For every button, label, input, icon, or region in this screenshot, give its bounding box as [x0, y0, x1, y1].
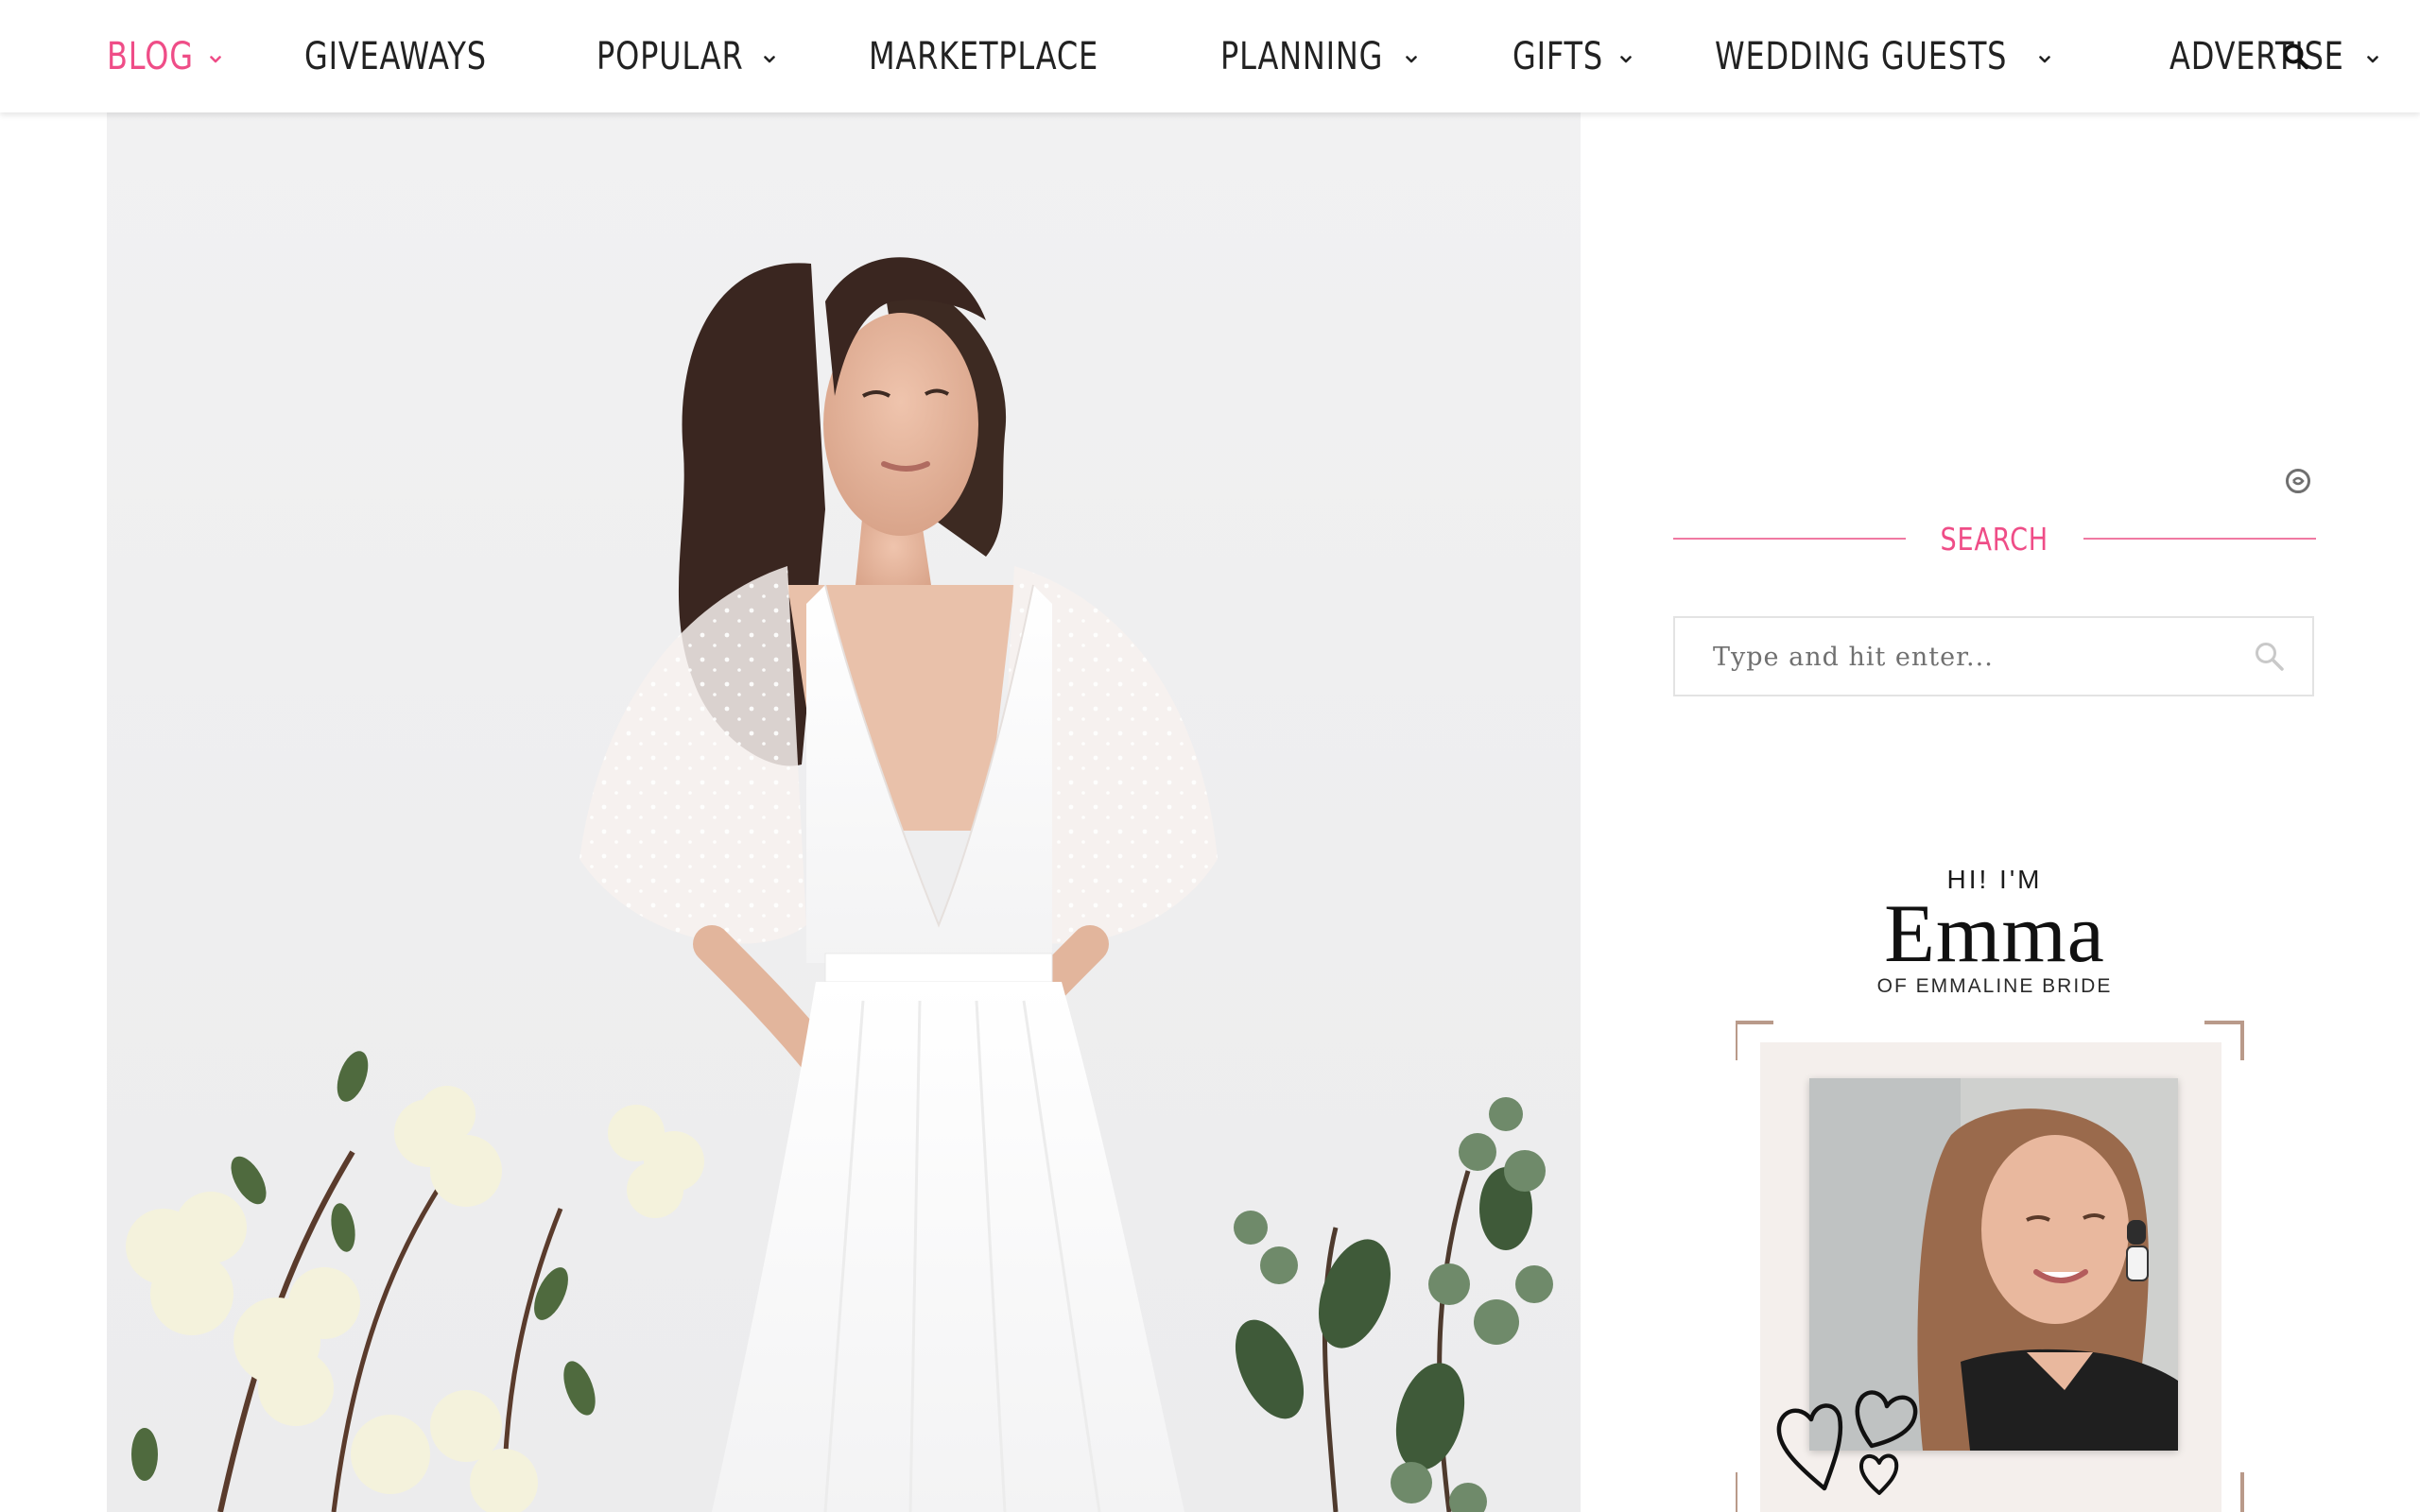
chevron-down-icon	[2366, 55, 2378, 62]
nav-item-label: BLOG	[107, 34, 194, 78]
chevron-down-icon	[1405, 55, 1417, 62]
hearts-doodle-icon	[1776, 1390, 1918, 1495]
nav-item-gifts[interactable]: GIFTS	[1512, 35, 1651, 78]
chevron-down-icon	[1619, 55, 1632, 62]
main-menu: BLOG GIVEAWAYS POPULAR MARKETPLACE PLANN…	[107, 0, 2420, 112]
search-input[interactable]	[1711, 618, 2244, 696]
nav-item-label: ADVERTISE	[2169, 34, 2344, 78]
nav-item-label: PLANNING	[1220, 34, 1384, 78]
bride-photo	[126, 257, 1553, 1512]
sidebar-search-form	[1673, 616, 2314, 696]
divider	[1673, 538, 1907, 540]
search-widget-header: SEARCH	[1673, 515, 2317, 562]
nav-item-label: POPULAR	[596, 34, 744, 78]
divider	[2083, 538, 2317, 540]
search-icon[interactable]	[2254, 641, 2286, 673]
nav-item-marketplace[interactable]: MARKETPLACE	[869, 35, 1156, 78]
nav-item-blog[interactable]: BLOG	[107, 35, 240, 78]
about-name: Emma	[1884, 888, 2105, 980]
nav-item-label: MARKETPLACE	[869, 34, 1099, 78]
nav-item-label: GIVEAWAYS	[303, 34, 487, 78]
nav-item-wedding-guests[interactable]: WEDDING GUESTS	[1715, 35, 2105, 78]
nav-item-label: GIFTS	[1512, 34, 1604, 78]
nav-item-popular[interactable]: POPULAR	[596, 35, 804, 78]
nav-item-giveaways[interactable]: GIVEAWAYS	[304, 35, 532, 78]
nav-item-label: WEDDING GUESTS	[1715, 34, 2008, 78]
adchoices-icon[interactable]	[2284, 467, 2312, 495]
chevron-down-icon	[764, 55, 776, 62]
featured-image[interactable]	[107, 112, 1581, 1512]
chevron-down-icon	[210, 55, 221, 62]
widget-title: SEARCH	[1940, 520, 2049, 558]
chevron-down-icon	[2039, 55, 2050, 62]
about-subtitle: OF EMMALINE BRIDE	[1876, 975, 2113, 997]
nav-item-planning[interactable]: PLANNING	[1220, 35, 1448, 78]
search-icon[interactable]	[2282, 43, 2310, 71]
top-navigation: BLOG GIVEAWAYS POPULAR MARKETPLACE PLANN…	[0, 0, 2420, 112]
